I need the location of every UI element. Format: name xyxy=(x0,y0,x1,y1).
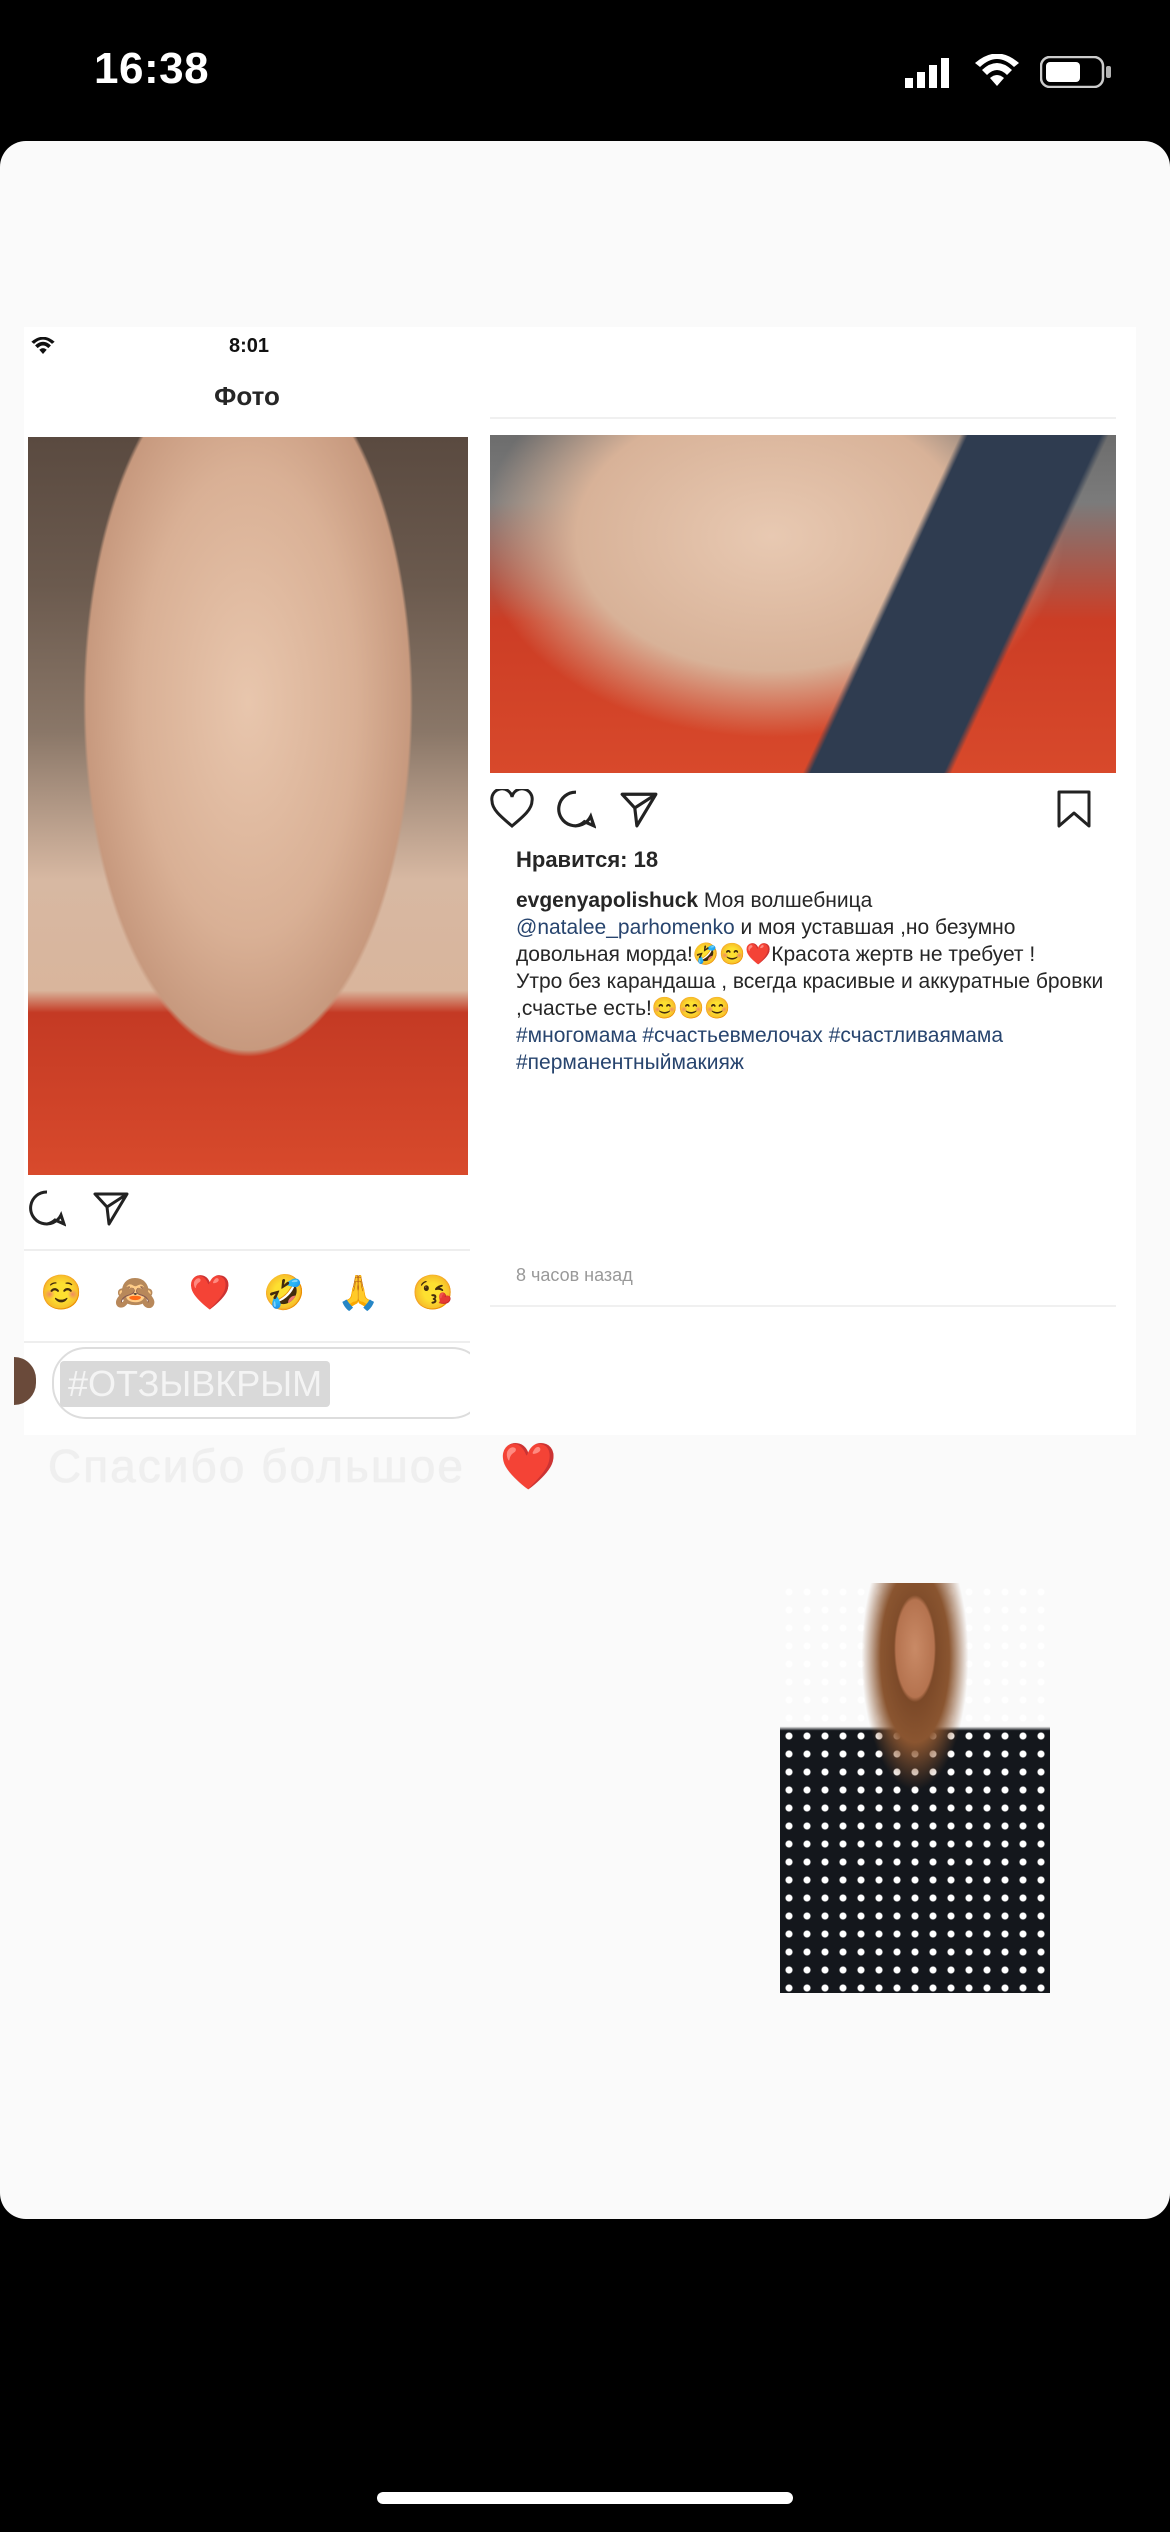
wifi-icon xyxy=(974,53,1020,88)
comment-icon[interactable] xyxy=(556,789,597,834)
share-icon[interactable] xyxy=(618,789,660,834)
avatar xyxy=(14,1357,36,1405)
post-time-ago: 8 часов назад xyxy=(516,1265,633,1285)
battery-icon xyxy=(1039,55,1112,89)
story-caption: Спасибо большое ❤️ xyxy=(48,1439,559,1494)
caption-text: Моя волшебница xyxy=(703,889,873,912)
divider xyxy=(490,1305,1116,1307)
comment-icon[interactable] xyxy=(28,1189,67,1232)
divider xyxy=(24,1249,470,1251)
hashtags-link[interactable]: #многомама #счастьевмелочах #счастливаям… xyxy=(516,1024,1003,1074)
divider xyxy=(490,417,1116,419)
post-photo[interactable] xyxy=(490,435,1116,773)
username[interactable]: evgenyapolishuck xyxy=(516,889,698,912)
likes-count[interactable]: Нравится: 18 xyxy=(516,847,658,873)
selfie-photo[interactable] xyxy=(28,437,468,1175)
emoji-reactions-row: ☺️ 🙈 ❤️ 🤣 🙏 😘 xyxy=(24,1273,470,1317)
hashtag-sticker: #ОТЗЫВКРЫМ xyxy=(60,1361,331,1407)
heart-emoji: ❤️ xyxy=(499,1440,559,1492)
signal-icon xyxy=(905,56,953,88)
story-card[interactable]: 8:01 Фото ☺️ 🙈 ❤️ 🤣 🙏 😘 #ОТЗЫВКРЫМ Нрави… xyxy=(0,141,1170,2219)
emoji-reaction[interactable]: ☺️ xyxy=(40,1273,82,1317)
status-bar-time: 16:38 xyxy=(94,44,210,93)
left-instagram-screenshot: 8:01 Фото ☺️ 🙈 ❤️ 🤣 🙏 😘 #ОТЗЫВКРЫМ xyxy=(14,327,486,1435)
emoji-reaction[interactable]: 🙏 xyxy=(337,1273,379,1317)
heart-icon[interactable] xyxy=(490,787,534,834)
divider xyxy=(24,1341,470,1343)
post-caption: evgenyapolishuck Моя волшебница @natalee… xyxy=(516,887,1106,1076)
emoji-reaction[interactable]: 🙈 xyxy=(114,1273,156,1317)
inner-status-time: 8:01 xyxy=(229,335,270,357)
right-instagram-screenshot: Нравится: 18 evgenyapolishuck Моя волшеб… xyxy=(470,327,1136,1435)
story-caption-text: Спасибо большое xyxy=(48,1440,465,1492)
bookmark-icon[interactable] xyxy=(1056,789,1092,834)
wifi-icon xyxy=(30,336,56,360)
caption-text: Утро без карандаша , всегда красивые и а… xyxy=(516,970,1104,1020)
mention-link[interactable]: @natalee_parhomenko xyxy=(516,916,735,939)
emoji-reaction[interactable]: ❤️ xyxy=(189,1273,231,1317)
emoji-reaction[interactable]: 😘 xyxy=(412,1273,454,1317)
header-title: Фото xyxy=(214,381,280,411)
share-icon[interactable] xyxy=(92,1189,130,1232)
thumbs-up-sticker[interactable] xyxy=(780,1583,1050,1993)
emoji-reaction[interactable]: 🤣 xyxy=(263,1273,305,1317)
home-indicator[interactable] xyxy=(377,2492,793,2504)
